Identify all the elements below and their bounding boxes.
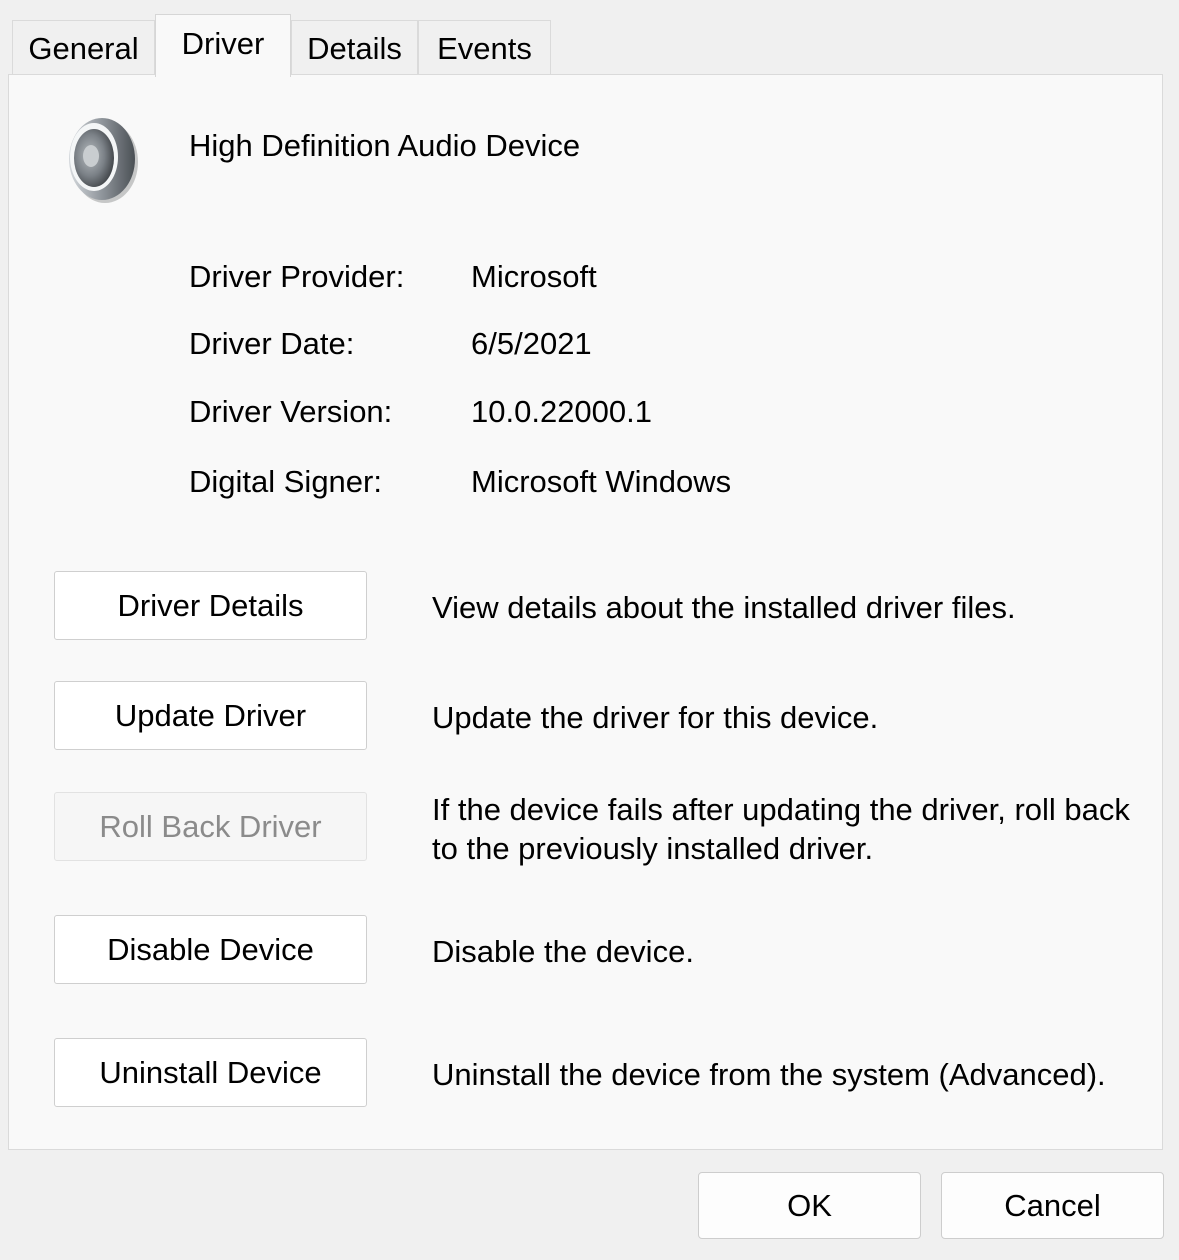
tab-details[interactable]: Details: [291, 20, 418, 75]
speaker-icon: [61, 115, 143, 205]
update-driver-description: Update the driver for this device.: [432, 700, 879, 735]
tab-events-label: Events: [437, 31, 532, 66]
uninstall-device-button[interactable]: Uninstall Device: [54, 1038, 367, 1107]
driver-version-label: Driver Version:: [189, 394, 393, 429]
driver-provider-label: Driver Provider:: [189, 259, 405, 294]
tab-driver[interactable]: Driver: [155, 14, 291, 77]
roll-back-driver-description: If the device fails after updating the d…: [432, 792, 1130, 866]
cancel-button[interactable]: Cancel: [941, 1172, 1164, 1239]
driver-tab-panel: High Definition Audio Device Driver Prov…: [8, 74, 1163, 1150]
tab-details-label: Details: [307, 31, 402, 66]
digital-signer-value: Microsoft Windows: [471, 464, 732, 499]
device-name: High Definition Audio Device: [189, 128, 581, 163]
ok-button[interactable]: OK: [698, 1172, 921, 1239]
driver-details-description: View details about the installed driver …: [432, 590, 1016, 625]
tab-driver-label: Driver: [181, 26, 265, 61]
digital-signer-label: Digital Signer:: [189, 464, 382, 499]
uninstall-device-description: Uninstall the device from the system (Ad…: [432, 1057, 1106, 1092]
driver-details-button[interactable]: Driver Details: [54, 571, 367, 640]
driver-date-value: 6/5/2021: [471, 326, 592, 361]
disable-device-description: Disable the device.: [432, 934, 694, 969]
disable-device-button[interactable]: Disable Device: [54, 915, 367, 984]
update-driver-button[interactable]: Update Driver: [54, 681, 367, 750]
tab-general[interactable]: General: [12, 20, 155, 75]
driver-version-value: 10.0.22000.1: [471, 394, 653, 429]
driver-date-label: Driver Date:: [189, 326, 355, 361]
tab-events[interactable]: Events: [418, 20, 551, 75]
driver-provider-value: Microsoft: [471, 259, 597, 294]
tab-bar: General Driver Details Events: [0, 0, 1179, 80]
roll-back-driver-button[interactable]: Roll Back Driver: [54, 792, 367, 861]
tab-general-label: General: [28, 31, 139, 66]
